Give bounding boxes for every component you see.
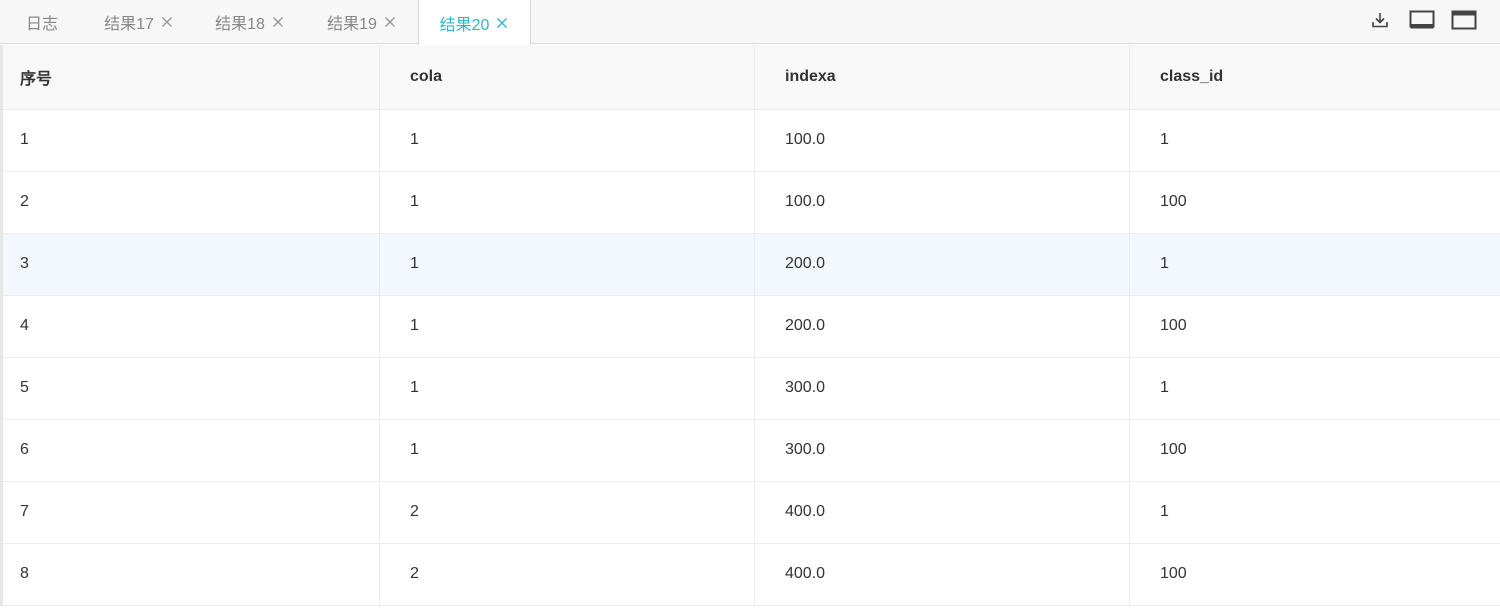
table-cell: 1 (0, 109, 380, 172)
table-cell: 100 (1129, 543, 1500, 606)
table-cell: 1 (1129, 233, 1500, 296)
tab-label: 结果18 (215, 16, 265, 33)
tab-bar: 日志 结果17 结果18 结果19 结果20 (0, 0, 1500, 45)
tab-result-18[interactable]: 结果18 (194, 0, 306, 44)
download-icon[interactable] (1366, 8, 1394, 32)
tab-result-19[interactable]: 结果19 (306, 0, 418, 44)
table-row[interactable]: 2 1 100.0 100 (0, 171, 1500, 234)
table-cell: 2 (379, 543, 755, 606)
table-cell: 1 (379, 357, 755, 420)
tab-label: 结果20 (439, 16, 490, 34)
table-row[interactable]: 1 1 100.0 1 (0, 109, 1500, 172)
table-cell: 100 (1129, 295, 1500, 358)
column-header-cola[interactable]: cola (379, 45, 755, 110)
table-cell: 7 (0, 481, 380, 544)
result-table: 序号 cola indexa class_id 1 1 100.0 1 2 1 … (0, 45, 1500, 606)
table-cell: 6 (0, 419, 380, 482)
table-cell: 3 (0, 233, 380, 296)
table-cell: 5 (0, 357, 380, 420)
tab-result-17[interactable]: 结果17 (84, 0, 194, 44)
maximize-panel-icon[interactable] (1450, 8, 1478, 32)
close-icon[interactable] (271, 15, 285, 29)
table-cell: 100.0 (754, 109, 1130, 172)
table-cell: 200.0 (754, 233, 1130, 296)
tab-label: 日志 (25, 16, 58, 33)
panel-toolbar (1366, 8, 1478, 32)
table-cell: 400.0 (754, 481, 1130, 544)
table-cell: 1 (379, 109, 755, 172)
table-cell: 1 (1129, 357, 1500, 420)
close-icon[interactable] (160, 15, 174, 29)
tab-list: 日志 结果17 结果18 结果19 结果20 (0, 0, 531, 45)
table-cell: 2 (379, 481, 755, 544)
tab-result-20[interactable]: 结果20 (418, 0, 531, 45)
tab-label: 结果17 (104, 16, 154, 33)
table-cell: 300.0 (754, 357, 1130, 420)
table-cell: 1 (379, 295, 755, 358)
table-cell: 100.0 (754, 171, 1130, 234)
table-row[interactable]: 7 2 400.0 1 (0, 481, 1500, 544)
table-cell: 400.0 (754, 543, 1130, 606)
table-cell: 100 (1129, 419, 1500, 482)
table-cell: 1 (379, 171, 755, 234)
table-cell: 100 (1129, 171, 1500, 234)
table-cell: 1 (1129, 109, 1500, 172)
column-header-index[interactable]: 序号 (0, 45, 380, 110)
table-cell: 2 (0, 171, 380, 234)
table-header-row: 序号 cola indexa class_id (0, 45, 1500, 110)
table-row[interactable]: 6 1 300.0 100 (0, 419, 1500, 482)
table-row[interactable]: 8 2 400.0 100 (0, 543, 1500, 606)
tab-log[interactable]: 日志 (0, 0, 84, 44)
table-row[interactable]: 4 1 200.0 100 (0, 295, 1500, 358)
tab-label: 结果19 (327, 16, 377, 33)
column-header-indexa[interactable]: indexa (754, 45, 1130, 110)
close-icon[interactable] (495, 16, 509, 30)
table-cell: 1 (1129, 481, 1500, 544)
restore-panel-icon[interactable] (1408, 8, 1436, 32)
close-icon[interactable] (383, 15, 397, 29)
table-cell: 200.0 (754, 295, 1130, 358)
column-header-class-id[interactable]: class_id (1129, 45, 1500, 110)
table-cell: 300.0 (754, 419, 1130, 482)
table-cell: 4 (0, 295, 380, 358)
table-cell: 8 (0, 543, 380, 606)
results-panel: 日志 结果17 结果18 结果19 结果20 序号 cola indexa cl… (0, 0, 1500, 610)
table-row[interactable]: 5 1 300.0 1 (0, 357, 1500, 420)
table-cell: 1 (379, 419, 755, 482)
table-row[interactable]: 3 1 200.0 1 (0, 233, 1500, 296)
table-cell: 1 (379, 233, 755, 296)
